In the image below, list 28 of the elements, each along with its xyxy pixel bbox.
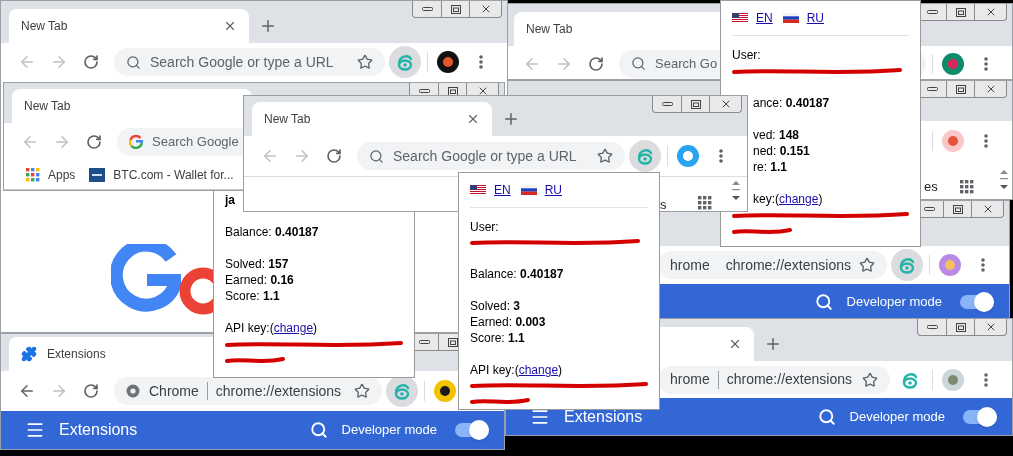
stat-text: Score: 1.1: [225, 288, 281, 304]
api-key-label: API key:(change): [225, 320, 319, 336]
toggle-label: Developer mode: [341, 421, 437, 440]
page-title: Extensions: [59, 420, 138, 440]
stat-text: Earned: 0.16: [225, 272, 295, 288]
field-label: User:: [732, 47, 762, 63]
stat-text: ned: 0.151: [753, 143, 811, 159]
url-text: chrome://extensions: [725, 255, 851, 275]
stat-text: Solved: 3: [470, 298, 522, 315]
api-key-label: API key:(change): [470, 362, 564, 379]
balance-text: Balance: 0.40187: [225, 224, 320, 240]
toggle-label: Developer mode: [846, 292, 942, 311]
page-title: Extensions: [564, 406, 643, 427]
user-value: ja: [225, 192, 236, 208]
site-label: Chrome: [149, 381, 199, 401]
url-text: chrome://extensions: [215, 381, 342, 401]
balance-text: ance: 0.40187: [752, 95, 831, 111]
stat-text: Solved: 157: [225, 256, 290, 272]
stat-text: re: 1.1: [753, 159, 789, 175]
stat-text: Earned: 0.003: [470, 314, 547, 331]
balance-text: Balance: 0.40187: [470, 266, 565, 283]
site-label: hrome: [670, 255, 710, 275]
url-text: chrome://extensions: [726, 370, 852, 389]
site-label: hrome: [670, 370, 710, 389]
toggle-label: Developer mode: [849, 407, 945, 426]
field-label: User:: [470, 219, 500, 235]
stat-text: ved: 148: [753, 127, 801, 143]
stat-text: Score: 1.1: [470, 330, 526, 347]
